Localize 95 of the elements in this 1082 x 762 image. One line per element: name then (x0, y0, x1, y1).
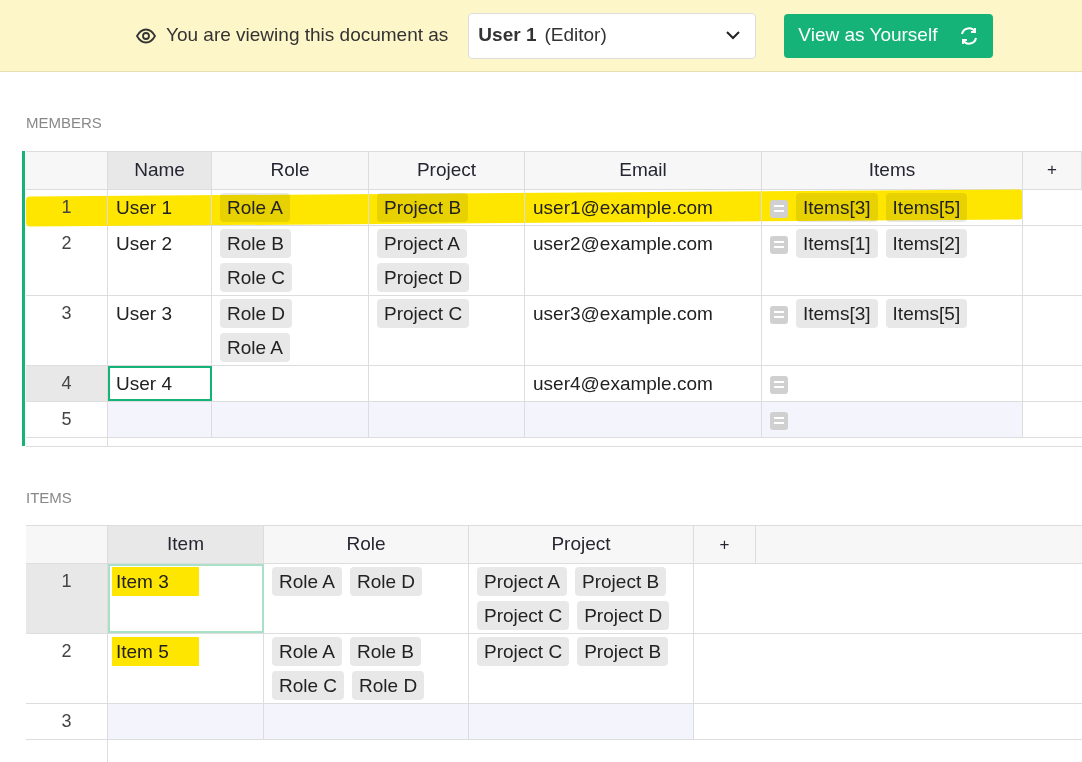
reference-tag: Items[5] (885, 298, 968, 328)
table-cell[interactable]: User 4 (108, 365, 212, 401)
reference-icon (770, 375, 788, 394)
table-cell[interactable]: user3@example.com (525, 295, 762, 365)
row-number: 4 (26, 365, 108, 401)
column-header[interactable]: Items (762, 151, 1023, 189)
tag: Role B (220, 228, 292, 258)
table-cell[interactable]: Role A Role B Role C Role D (264, 634, 469, 703)
table-cell[interactable]: Items[3] Items[5] (762, 295, 1023, 365)
reference-icon (770, 305, 788, 324)
table-cell[interactable]: Items[1] Items[2] (762, 225, 1023, 295)
cell-text: Item 3 (112, 567, 199, 596)
new-row-cell[interactable] (264, 704, 469, 739)
table-cell[interactable]: Role D Role A (212, 295, 369, 365)
new-row-cell[interactable] (108, 401, 212, 437)
cell-text: User 1 (116, 195, 172, 220)
tag: Role A (272, 567, 342, 596)
reference-tag: Items[1] (796, 228, 878, 258)
column-header[interactable]: Project (469, 526, 694, 563)
refresh-icon (959, 25, 980, 46)
tag: Role D (352, 671, 425, 700)
cell-text: User 3 (116, 301, 172, 326)
table-cell[interactable]: user4@example.com (525, 365, 762, 401)
column-header[interactable]: Role (264, 526, 469, 563)
eye-icon (136, 27, 156, 44)
table-cell[interactable]: Project C Project B (469, 634, 694, 703)
tag: Project B (377, 192, 469, 222)
table-cell[interactable]: Item 5 (108, 634, 264, 703)
column-header[interactable]: Item (108, 526, 264, 563)
column-header[interactable]: Name (108, 151, 212, 189)
tag: Project D (577, 601, 670, 630)
add-column-button[interactable]: + (694, 526, 756, 563)
table-cell[interactable]: User 2 (108, 225, 212, 295)
table-cell[interactable]: Role A Role D (264, 564, 469, 633)
new-row-cell[interactable] (108, 704, 264, 739)
new-row-cell[interactable] (525, 401, 762, 437)
tag: Project C (377, 298, 470, 328)
tag: Role A (272, 637, 342, 666)
tag: Role D (350, 567, 423, 596)
cell-text: user2@example.com (533, 231, 713, 256)
tag: Project B (577, 637, 669, 666)
cell-text: user4@example.com (533, 371, 713, 396)
tag: Role C (220, 262, 293, 292)
tag: Project B (575, 567, 667, 596)
tag: Project A (377, 228, 468, 258)
table-cell[interactable]: User 1 (108, 189, 212, 225)
table-cell[interactable]: user2@example.com (525, 225, 762, 295)
table-cell[interactable]: Project A Project D (369, 225, 525, 295)
table-cell[interactable]: Items[3] Items[5] (762, 189, 1023, 225)
tag: Project C (477, 601, 570, 630)
reference-tag: Items[2] (885, 228, 968, 258)
row-number: 1 (26, 189, 108, 225)
table-cell[interactable]: Project B (369, 189, 525, 225)
table-cell[interactable]: Item 3 (108, 564, 264, 633)
new-row-cell[interactable] (369, 401, 525, 437)
row-number: 3 (26, 295, 108, 365)
new-row-cell[interactable] (212, 401, 369, 437)
section-title: MEMBERS (26, 113, 102, 133)
tag: Project D (377, 262, 470, 292)
tag: Role C (272, 671, 345, 700)
row-number: 1 (26, 564, 108, 633)
new-row-cell[interactable] (469, 704, 694, 739)
tag: Project C (477, 637, 570, 666)
tag: Role B (350, 637, 421, 666)
reference-tag: Items[5] (885, 192, 968, 222)
reference-tag: Items[3] (796, 192, 878, 222)
add-column-button[interactable]: + (1023, 151, 1082, 189)
tag: Project A (477, 567, 568, 596)
reference-icon (770, 235, 788, 254)
section-title: ITEMS (26, 487, 72, 508)
row-number: 2 (26, 634, 108, 703)
tag: Role D (220, 298, 293, 328)
table-cell[interactable]: Project C (369, 295, 525, 365)
banner-message: You are viewing this document as (166, 23, 449, 48)
new-row-cell[interactable] (762, 401, 1023, 437)
column-header[interactable]: Project (369, 151, 525, 189)
table-cell[interactable]: Role A (212, 189, 369, 225)
cell-text: user3@example.com (533, 301, 713, 326)
cell-text: user1@example.com (533, 195, 713, 220)
cell-text: User 2 (116, 231, 172, 256)
table-cell[interactable]: User 3 (108, 295, 212, 365)
row-number: 2 (26, 225, 108, 295)
chevron-down-icon (726, 31, 741, 40)
table-cell[interactable]: Role B Role C (212, 225, 369, 295)
column-header[interactable]: Role (212, 151, 369, 189)
cell-text: Item 5 (112, 637, 199, 666)
table-cell[interactable]: Project A Project B Project C Project D (469, 564, 694, 633)
cell-text: User 4 (116, 371, 172, 396)
reference-tag: Items[3] (796, 298, 878, 328)
tag: Role A (220, 332, 290, 362)
viewer-dropdown[interactable]: User 1 (Editor) (468, 12, 757, 59)
reference-icon (770, 411, 788, 430)
tag: Role A (220, 192, 290, 222)
column-header[interactable]: Email (525, 151, 762, 189)
table-cell[interactable]: user1@example.com (525, 189, 762, 225)
